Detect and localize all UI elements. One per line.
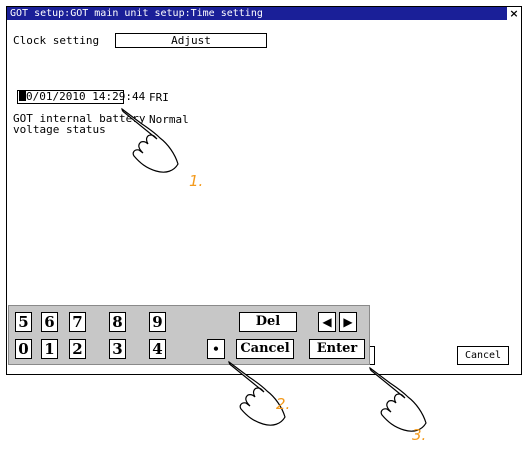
clock-setting-label: Clock setting xyxy=(13,34,100,47)
key-5[interactable]: 5 xyxy=(15,312,32,332)
close-button[interactable]: × xyxy=(507,7,521,20)
window-title: GOT setup:GOT main unit setup:Time setti… xyxy=(10,8,263,19)
hand-pointer-icon xyxy=(228,360,286,426)
cancel-button[interactable]: Cancel xyxy=(457,346,509,365)
datetime-field[interactable]: 0/01/2010 14:29:44 xyxy=(17,90,145,104)
decimal-point-key[interactable]: • xyxy=(207,339,225,359)
adjust-button[interactable]: Adjust xyxy=(115,33,267,48)
enter-key[interactable]: Enter xyxy=(309,339,365,359)
datetime-value: 0/01/2010 14:29:44 xyxy=(26,90,146,103)
left-arrow-key[interactable]: ◀ xyxy=(318,312,336,332)
key-3[interactable]: 3 xyxy=(109,339,126,359)
delete-key[interactable]: Del xyxy=(239,312,297,332)
key-8[interactable]: 8 xyxy=(109,312,126,332)
key-7[interactable]: 7 xyxy=(69,312,86,332)
callout-step-1: 1. xyxy=(189,172,204,190)
key-9[interactable]: 9 xyxy=(149,312,166,332)
callout-step-2: 2. xyxy=(276,395,291,413)
key-6[interactable]: 6 xyxy=(41,312,58,332)
key-2[interactable]: 2 xyxy=(69,339,86,359)
text-cursor xyxy=(19,91,26,101)
right-arrow-key[interactable]: ▶ xyxy=(339,312,357,332)
key-0[interactable]: 0 xyxy=(15,339,32,359)
weekday-label: FRI xyxy=(149,91,169,104)
callout-step-3: 3. xyxy=(412,426,427,444)
keypad-cancel-key[interactable]: Cancel xyxy=(236,339,294,359)
key-4[interactable]: 4 xyxy=(149,339,166,359)
numeric-keypad: 5 6 7 8 9 Del ◀ ▶ 0 1 2 3 4 • Cancel Ent… xyxy=(8,305,370,365)
key-1[interactable]: 1 xyxy=(41,339,58,359)
window-titlebar: GOT setup:GOT main unit setup:Time setti… xyxy=(7,7,521,20)
